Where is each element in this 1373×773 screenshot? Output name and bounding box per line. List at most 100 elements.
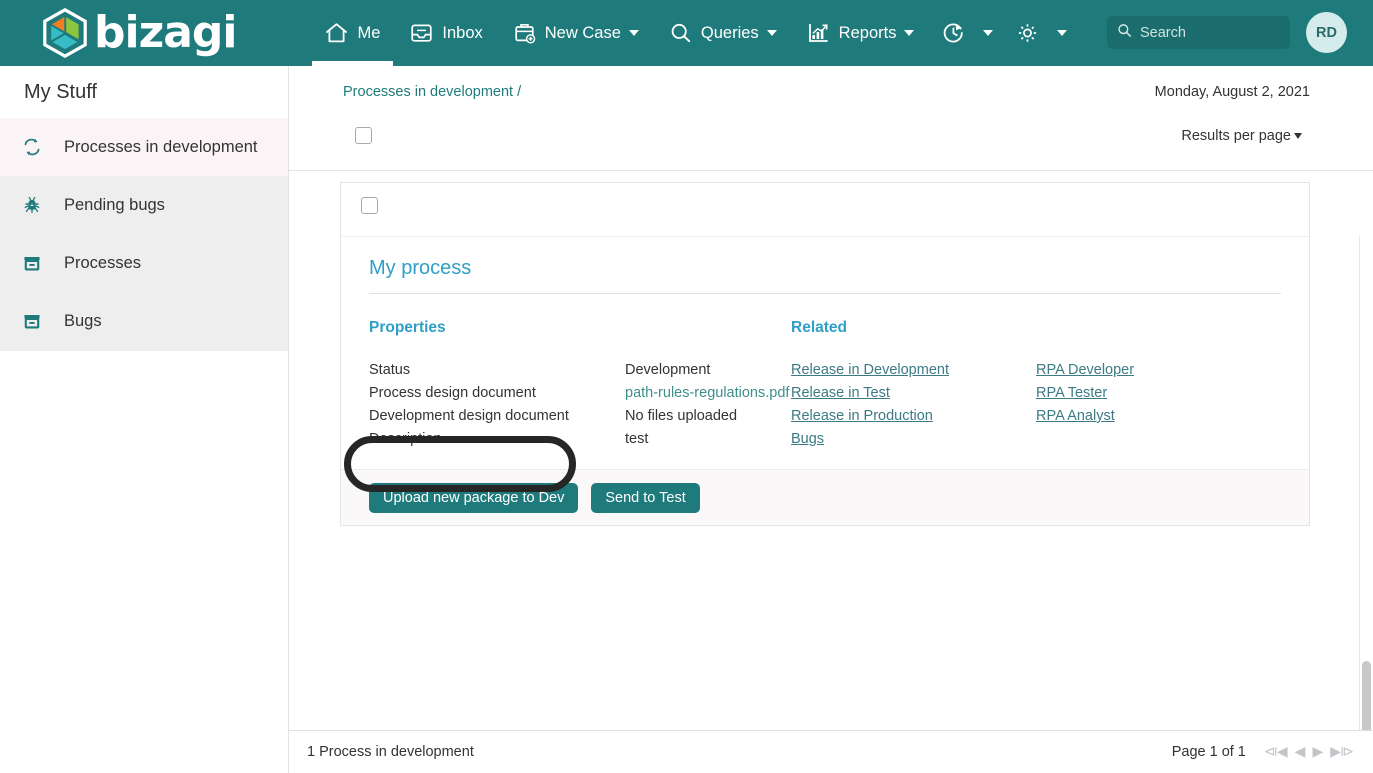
current-date: Monday, August 2, 2021 (1154, 84, 1310, 100)
inbox-icon (410, 22, 433, 44)
nav-item-new-case[interactable]: New Case (498, 0, 654, 66)
bug-icon (22, 195, 48, 215)
user-avatar[interactable]: RD (1306, 12, 1347, 53)
toolbar-row: Results per page (289, 116, 1373, 170)
next-page-icon[interactable]: ▶ (1312, 743, 1323, 760)
nav-item-me-label: Me (357, 23, 381, 42)
primary-nav: Me Inbox New Case Queries Reports (310, 0, 1077, 66)
search-icon (669, 22, 692, 44)
chevron-down-icon (904, 30, 915, 36)
sidebar-item-processes[interactable]: Processes (0, 234, 288, 292)
bizagi-hexagon-logo-icon (43, 8, 87, 58)
select-all-checkbox[interactable] (355, 127, 372, 144)
results-list: My process Properties Status Development… (289, 170, 1373, 773)
nav-item-reports[interactable]: Reports (792, 0, 930, 66)
property-value: test (625, 431, 649, 447)
top-navigation-bar: bizagi Me Inbox New Case Queries Reports… (0, 0, 1373, 66)
nav-item-settings[interactable] (1003, 0, 1077, 66)
related-link[interactable]: RPA Analyst (1036, 405, 1281, 428)
nav-item-refresh[interactable] (929, 0, 1003, 66)
footer-bar: 1 Process in development Page 1 of 1 ⧏◀ … (289, 730, 1373, 773)
vertical-scrollbar[interactable] (1359, 236, 1373, 773)
card-checkbox[interactable] (361, 197, 378, 214)
property-key: Process design document (369, 385, 536, 401)
property-key: Description (369, 431, 442, 447)
prev-page-icon[interactable]: ◀ (1295, 743, 1306, 760)
breadcrumb[interactable]: Processes in development / (343, 84, 521, 100)
new-case-icon (513, 22, 536, 44)
nav-item-reports-label: Reports (838, 23, 897, 42)
sidebar-item-label: Pending bugs (64, 195, 165, 214)
page-indicator: Page 1 of 1 (1171, 743, 1246, 760)
property-row: Process design document path-rules-regul… (369, 382, 791, 405)
related-column: Related Release in Development Release i… (791, 319, 1281, 451)
sidebar-item-processes-in-development[interactable]: Processes in development (0, 118, 288, 176)
nav-item-inbox-label: Inbox (442, 23, 483, 42)
archive-box-icon (22, 311, 48, 331)
property-value: Development (625, 362, 711, 378)
reports-chart-icon (807, 22, 830, 44)
related-link[interactable]: Release in Development (791, 359, 1036, 382)
sidebar-item-label: Processes in development (64, 137, 258, 156)
sidebar-title: My Stuff (24, 80, 97, 103)
related-link[interactable]: RPA Developer (1036, 359, 1281, 382)
related-link[interactable]: Release in Production (791, 405, 1036, 428)
property-row: Description test (369, 428, 791, 451)
card-body: My process Properties Status Development… (341, 237, 1309, 469)
sidebar-menu: Processes in development Pending bugs Pr… (0, 118, 288, 351)
process-card: My process Properties Status Development… (340, 237, 1310, 526)
first-page-icon[interactable]: ⧏◀ (1264, 743, 1288, 760)
property-value-file[interactable]: path-rules-regulations.pdf (625, 382, 789, 405)
related-links-group-1: Related Release in Development Release i… (791, 319, 1036, 451)
chevron-down-icon (628, 30, 639, 36)
brand-name: bizagi (94, 7, 237, 58)
breadcrumb-row: Processes in development / Monday, Augus… (289, 66, 1373, 116)
nav-item-inbox[interactable]: Inbox (395, 0, 497, 66)
last-page-icon[interactable]: ▶⧐ (1330, 743, 1354, 760)
upload-new-package-to-dev-button[interactable]: Upload new package to Dev (369, 482, 579, 513)
chevron-down-icon (1057, 30, 1068, 36)
archive-box-icon (22, 253, 48, 273)
gear-icon (1015, 21, 1040, 45)
property-row: Status Development (369, 359, 791, 382)
nav-item-me[interactable]: Me (310, 0, 395, 66)
nav-item-new-case-label: New Case (544, 23, 621, 42)
results-per-page-dropdown[interactable]: Results per page (1181, 128, 1302, 144)
sidebar-item-bugs[interactable]: Bugs (0, 292, 288, 350)
pagination: Page 1 of 1 ⧏◀ ◀ ▶ ▶⧐ (1172, 743, 1357, 760)
sync-arrows-icon (22, 137, 48, 157)
property-key: Status (369, 362, 411, 378)
nav-item-queries-label: Queries (700, 23, 759, 42)
sidebar-item-label: Processes (64, 253, 142, 272)
brand-logo[interactable]: bizagi (42, 0, 237, 66)
search-input[interactable] (1140, 24, 1270, 41)
related-link[interactable]: Bugs (791, 428, 1036, 451)
chevron-down-icon (766, 30, 777, 36)
send-to-test-button[interactable]: Send to Test (591, 482, 700, 513)
sidebar-item-label: Bugs (64, 311, 102, 330)
global-search[interactable] (1107, 16, 1290, 49)
nav-item-queries[interactable]: Queries (654, 0, 792, 66)
related-links-group-2: RPA Developer RPA Tester RPA Analyst (1036, 319, 1281, 451)
property-row: Development design document No files upl… (369, 405, 791, 428)
property-value: No files uploaded (625, 408, 738, 424)
chevron-down-icon (1294, 133, 1302, 139)
related-link[interactable]: RPA Tester (1036, 382, 1281, 405)
property-key: Development design document (369, 408, 569, 424)
related-link[interactable]: Release in Test (791, 382, 1036, 405)
properties-heading: Properties (369, 319, 446, 336)
result-count: 1 Process in development (307, 744, 474, 760)
results-per-page-label: Results per page (1181, 128, 1291, 144)
card-title: My process (369, 257, 1281, 294)
main-content: Processes in development / Monday, Augus… (289, 66, 1373, 773)
refresh-clock-icon (941, 21, 966, 45)
chevron-down-icon (983, 30, 994, 36)
related-heading: Related (791, 319, 847, 336)
card-action-row: Upload new package to Dev Send to Test (341, 469, 1309, 525)
card-select-row (340, 182, 1310, 237)
home-icon (325, 22, 348, 44)
sidebar-item-pending-bugs[interactable]: Pending bugs (0, 176, 288, 234)
search-icon (1117, 23, 1132, 43)
properties-column: Properties Status Development Process de… (369, 319, 791, 451)
sidebar: My Stuff Processes in development Pendin… (0, 66, 289, 773)
